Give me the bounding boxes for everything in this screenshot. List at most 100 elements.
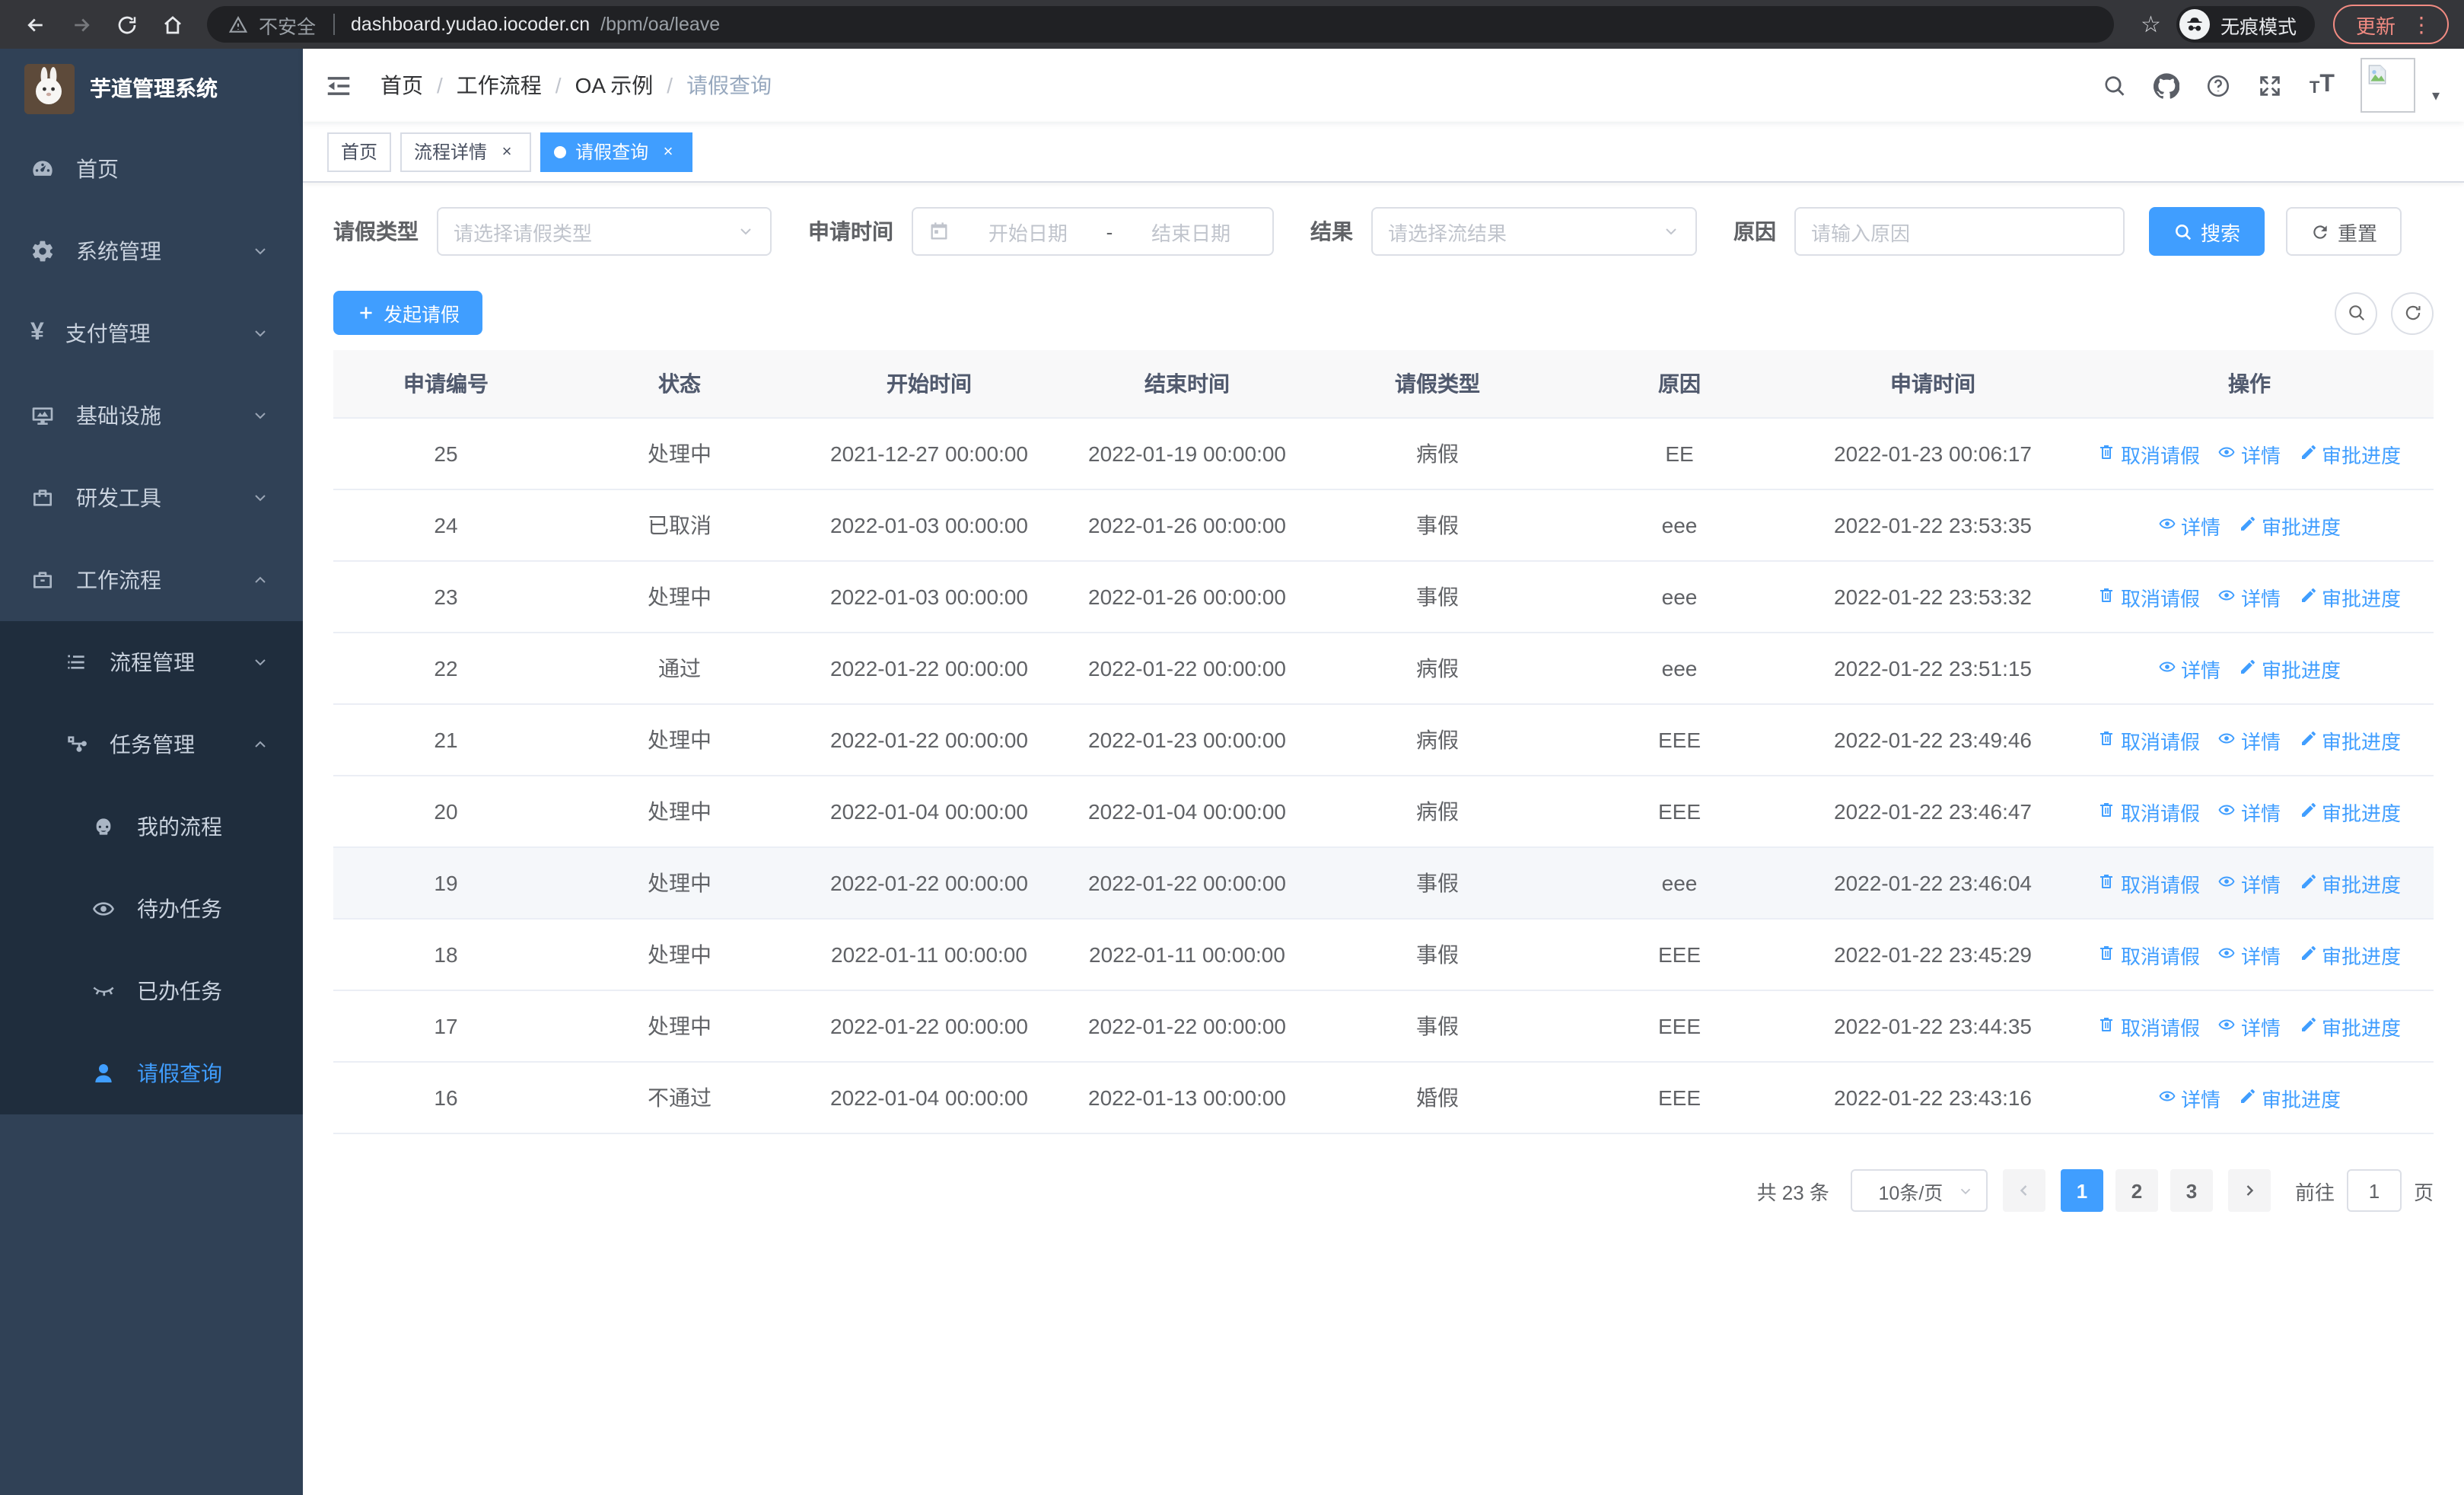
close-icon[interactable]: × <box>657 141 679 162</box>
help-icon[interactable] <box>2206 72 2232 98</box>
cancel-leave-link[interactable]: 取消请假 <box>2098 439 2200 468</box>
sidebar-item-eye-open[interactable]: 待办任务 <box>0 868 303 950</box>
fullscreen-icon[interactable] <box>2258 72 2284 98</box>
cell-type: 病假 <box>1416 656 1459 681</box>
sidebar-item-dashboard[interactable]: 首页 <box>0 128 303 210</box>
detail-link[interactable]: 详情 <box>2218 725 2281 754</box>
reason-placeholder: 请输入原因 <box>1811 222 1911 244</box>
action-label: 详情 <box>2180 1088 2220 1111</box>
sidebar-item-briefcase[interactable]: 工作流程 <box>0 539 303 621</box>
font-size-icon[interactable]: TT <box>2310 72 2335 97</box>
cancel-leave-link[interactable]: 取消请假 <box>2098 940 2200 969</box>
sidebar-item-label: 请假查询 <box>137 1061 222 1085</box>
edit-icon <box>2299 585 2317 608</box>
tab-item[interactable]: 流程详情 × <box>400 132 532 171</box>
refresh-button[interactable] <box>2391 292 2434 334</box>
sidebar-item-user[interactable]: 请假查询 <box>0 1032 303 1114</box>
create-leave-button[interactable]: 发起请假 <box>333 291 483 335</box>
detail-link[interactable]: 详情 <box>2218 439 2281 468</box>
detail-link[interactable]: 详情 <box>2218 582 2281 611</box>
github-icon[interactable] <box>2154 72 2180 98</box>
detail-link[interactable]: 详情 <box>2158 654 2220 683</box>
prev-page-button[interactable] <box>2002 1169 2045 1212</box>
cancel-leave-link[interactable]: 取消请假 <box>2098 582 2200 611</box>
leave-type-select[interactable]: 请选择请假类型 <box>437 207 772 256</box>
avatar-caret-icon[interactable]: ▾ <box>2432 66 2440 104</box>
action-label: 审批进度 <box>2262 658 2341 681</box>
detail-link[interactable]: 详情 <box>2158 1083 2220 1112</box>
breadcrumb-item[interactable]: OA 示例 <box>575 70 654 100</box>
action-label: 取消请假 <box>2120 802 2200 824</box>
reason-input[interactable]: 请输入原因 <box>1794 207 2125 256</box>
breadcrumb-item[interactable]: 首页 <box>380 70 423 100</box>
detail-link[interactable]: 详情 <box>2218 797 2281 826</box>
cancel-leave-link[interactable]: 取消请假 <box>2098 869 2200 897</box>
active-dot <box>554 145 567 158</box>
progress-link[interactable]: 审批进度 <box>2299 1012 2401 1041</box>
detail-link[interactable]: 详情 <box>2218 1012 2281 1041</box>
action-label: 审批进度 <box>2262 515 2341 538</box>
cell-reason: EE <box>1665 441 1694 466</box>
cancel-leave-link[interactable]: 取消请假 <box>2098 797 2200 826</box>
reset-button[interactable]: 重置 <box>2286 207 2402 256</box>
toggle-search-button[interactable] <box>2335 292 2377 334</box>
cell-applied: 2022-01-22 23:53:35 <box>1834 513 2032 537</box>
cancel-leave-link[interactable]: 取消请假 <box>2098 725 2200 754</box>
eye-icon <box>2218 800 2236 823</box>
sidebar-item-monitor[interactable]: 基础设施 <box>0 375 303 457</box>
breadcrumb-item[interactable]: 工作流程 <box>457 70 542 100</box>
url-path: /bpm/oa/leave <box>600 14 721 35</box>
close-icon[interactable]: × <box>496 141 517 162</box>
progress-link[interactable]: 审批进度 <box>2239 654 2341 683</box>
sidebar-item-flow[interactable]: 任务管理 <box>0 703 303 786</box>
browser-update-button[interactable]: 更新 ⋮ <box>2332 5 2449 44</box>
sidebar-item-gear[interactable]: 系统管理 <box>0 210 303 292</box>
sidebar-item-tree-list[interactable]: 流程管理 <box>0 621 303 703</box>
cell-actions: 取消请假 详情 审批进度 <box>2065 940 2434 969</box>
sidebar-item-eye-closed[interactable]: 已办任务 <box>0 950 303 1032</box>
progress-link[interactable]: 审批进度 <box>2299 869 2401 897</box>
eye-icon <box>2218 585 2236 608</box>
search-icon[interactable] <box>2103 72 2128 98</box>
address-bar[interactable]: 不安全 dashboard.yudao.iocoder.cn/bpm/oa/le… <box>207 6 2114 43</box>
browser-menu-icon[interactable]: ⋮ <box>2411 11 2432 37</box>
apply-time-range-picker[interactable]: 开始日期 - 结束日期 <box>912 207 1274 256</box>
progress-link[interactable]: 审批进度 <box>2299 725 2401 754</box>
app-logo[interactable]: 芋道管理系统 <box>0 49 303 128</box>
progress-link[interactable]: 审批进度 <box>2239 511 2341 540</box>
progress-link[interactable]: 审批进度 <box>2239 1083 2341 1112</box>
avatar[interactable] <box>2360 58 2415 113</box>
bookmark-star-icon[interactable]: ☆ <box>2141 11 2161 38</box>
next-page-button[interactable] <box>2227 1169 2271 1212</box>
sidebar-item-toolbox[interactable]: 研发工具 <box>0 457 303 539</box>
sidebar-item-robot[interactable]: 我的流程 <box>0 786 303 868</box>
page-button[interactable]: 3 <box>2170 1169 2213 1212</box>
result-select[interactable]: 请选择流结果 <box>1371 207 1697 256</box>
page-size-select[interactable]: 10条/页 <box>1850 1169 1988 1212</box>
goto-page-input[interactable] <box>2346 1169 2402 1212</box>
tab-item[interactable]: 首页 <box>327 132 392 171</box>
progress-link[interactable]: 审批进度 <box>2299 582 2401 611</box>
browser-back-icon[interactable] <box>15 5 55 44</box>
sidebar-collapse-icon[interactable] <box>324 71 353 100</box>
tab-active[interactable]: 请假查询 × <box>540 132 693 171</box>
browser-reload-icon[interactable] <box>107 5 146 44</box>
chevron-down-icon <box>251 324 269 343</box>
detail-link[interactable]: 详情 <box>2218 940 2281 969</box>
search-button[interactable]: 搜索 <box>2149 207 2265 256</box>
tab-label: 流程详情 <box>414 142 488 163</box>
browser-home-icon[interactable] <box>152 5 192 44</box>
browser-forward-icon[interactable] <box>61 5 100 44</box>
cancel-leave-link[interactable]: 取消请假 <box>2098 1012 2200 1041</box>
progress-link[interactable]: 审批进度 <box>2299 940 2401 969</box>
progress-link[interactable]: 审批进度 <box>2299 797 2401 826</box>
detail-link[interactable]: 详情 <box>2218 869 2281 897</box>
cell-status: 不通过 <box>648 1085 712 1110</box>
page-button[interactable]: 1 <box>2060 1169 2103 1212</box>
progress-link[interactable]: 审批进度 <box>2299 439 2401 468</box>
eye-open-icon <box>91 897 116 921</box>
cell-start: 2022-01-22 00:00:00 <box>830 871 1028 895</box>
page-button[interactable]: 2 <box>2115 1169 2158 1212</box>
sidebar-item-yen[interactable]: ¥ 支付管理 <box>0 292 303 375</box>
detail-link[interactable]: 详情 <box>2158 511 2220 540</box>
